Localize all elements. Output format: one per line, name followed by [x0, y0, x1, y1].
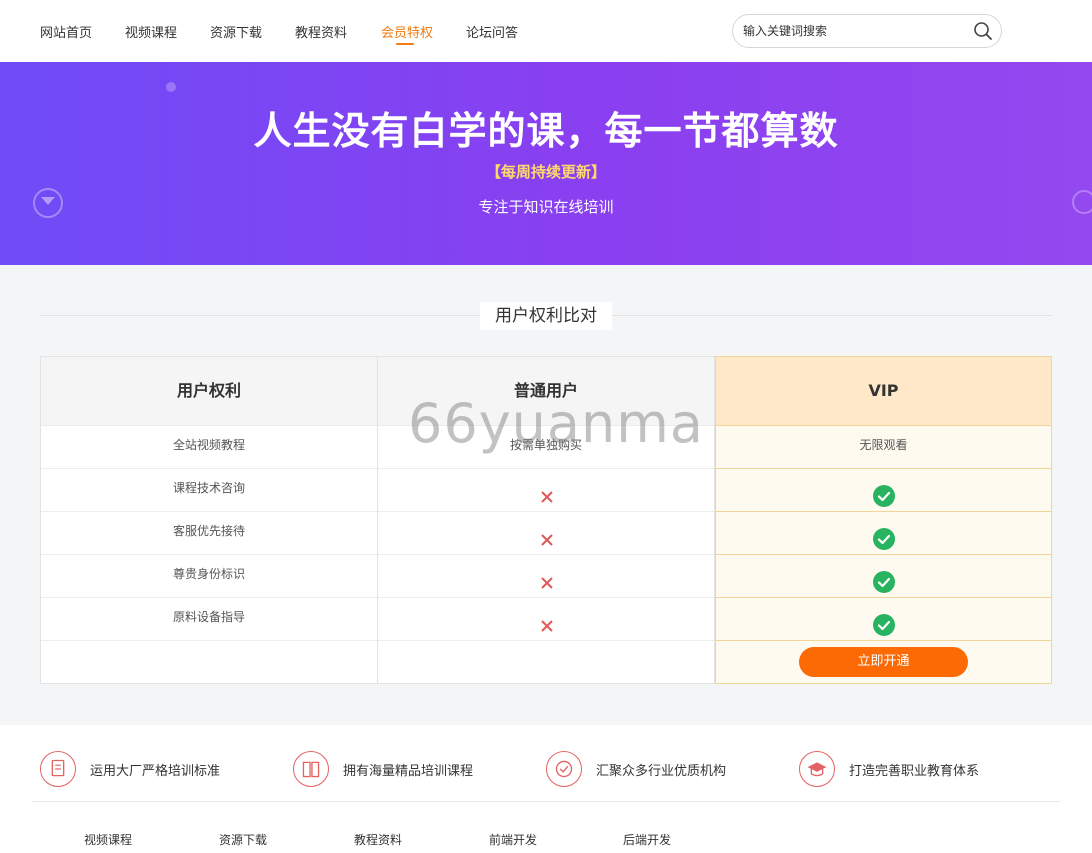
watermark-text: 66yuanma [408, 392, 704, 455]
check-icon [873, 571, 895, 593]
quality-badge-icon [546, 751, 582, 787]
feature-label: 原料设备指导 [172, 610, 245, 624]
cross-icon [541, 620, 553, 632]
footer-divider [32, 801, 1060, 802]
column-rights: 用户权利 全站视频教程 课程技术咨询 客服优先接待 尊贵身份标识 原料设备指导 [41, 357, 378, 683]
certificate-icon [40, 751, 76, 787]
table-cell: 客服优先接待 [41, 511, 377, 554]
header-vip: VIP [716, 357, 1051, 425]
nav-item-downloads[interactable]: 资源下载 [210, 22, 262, 41]
table-cell [716, 511, 1051, 554]
cross-icon [541, 577, 553, 589]
book-icon [293, 751, 329, 787]
table-cell-action: 立即开通 [716, 640, 1051, 683]
table-cell: 尊贵身份标识 [41, 554, 377, 597]
check-icon [873, 485, 895, 507]
feature-label: 汇聚众多行业优质机构 [596, 764, 727, 779]
cross-icon [541, 534, 553, 546]
activate-vip-button[interactable]: 立即开通 [799, 647, 968, 677]
vip-value: 无限观看 [859, 438, 908, 452]
nav-item-membership[interactable]: 会员特权 [381, 22, 433, 41]
hero-banner: 人生没有白学的课，每一节都算数 【每周持续更新】 专注于知识在线培训 [0, 62, 1092, 265]
footer-link-backend[interactable]: 后端开发 [623, 831, 671, 848]
nav-item-video-courses[interactable]: 视频课程 [125, 22, 177, 41]
footer-link-frontend[interactable]: 前端开发 [489, 831, 537, 848]
table-cell: 全站视频教程 [41, 425, 377, 468]
header-rights: 用户权利 [41, 357, 377, 425]
table-cell [378, 597, 714, 640]
decorative-dot [166, 82, 176, 92]
feature-label: 打造完善职业教育体系 [849, 764, 980, 779]
table-cell-empty [41, 640, 377, 683]
section-title: 用户权利比对 [480, 302, 612, 330]
check-icon [873, 528, 895, 550]
footer-link-downloads[interactable]: 资源下载 [219, 831, 267, 848]
search-input[interactable] [743, 22, 963, 40]
table-cell [378, 554, 714, 597]
banner-title: 人生没有白学的课，每一节都算数 [253, 109, 839, 153]
banner-subtitle: 专注于知识在线培训 [478, 198, 614, 216]
top-nav: 网站首页 视频课程 资源下载 教程资料 会员特权 论坛问答 [0, 0, 1092, 62]
table-cell: 课程技术咨询 [41, 468, 377, 511]
nav-item-home[interactable]: 网站首页 [40, 22, 92, 41]
nav-item-forum[interactable]: 论坛问答 [466, 22, 518, 41]
feature-label: 尊贵身份标识 [172, 567, 245, 581]
table-cell [716, 597, 1051, 640]
table-cell: 无限观看 [716, 425, 1051, 468]
active-nav-indicator [396, 43, 414, 45]
banner-tag: 【每周持续更新】 [485, 163, 606, 181]
table-cell [716, 468, 1051, 511]
nav-item-tutorials[interactable]: 教程资料 [295, 22, 347, 41]
table-cell-empty [378, 640, 714, 683]
footer-link-tutorials[interactable]: 教程资料 [354, 831, 402, 848]
column-vip: VIP 无限观看 立即开通 [715, 356, 1052, 684]
footer: 运用大厂严格培训标准 拥有海量精品培训课程 汇聚众多行业优质机构 打造完善职业教… [0, 725, 1092, 853]
cross-icon [541, 491, 553, 503]
table-cell [378, 511, 714, 554]
table-cell [716, 554, 1051, 597]
table-cell [378, 468, 714, 511]
search-box [732, 14, 1002, 48]
feature-label: 拥有海量精品培训课程 [343, 764, 474, 779]
search-icon[interactable] [973, 21, 993, 41]
feature-label: 运用大厂严格培训标准 [90, 764, 221, 779]
check-icon [873, 614, 895, 636]
feature-label: 全站视频教程 [172, 438, 245, 452]
feature-label: 客服优先接待 [172, 524, 245, 538]
footer-link-video-courses[interactable]: 视频课程 [84, 831, 132, 848]
graduation-cap-icon [799, 751, 835, 787]
feature-label: 课程技术咨询 [172, 481, 245, 495]
table-cell: 原料设备指导 [41, 597, 377, 640]
